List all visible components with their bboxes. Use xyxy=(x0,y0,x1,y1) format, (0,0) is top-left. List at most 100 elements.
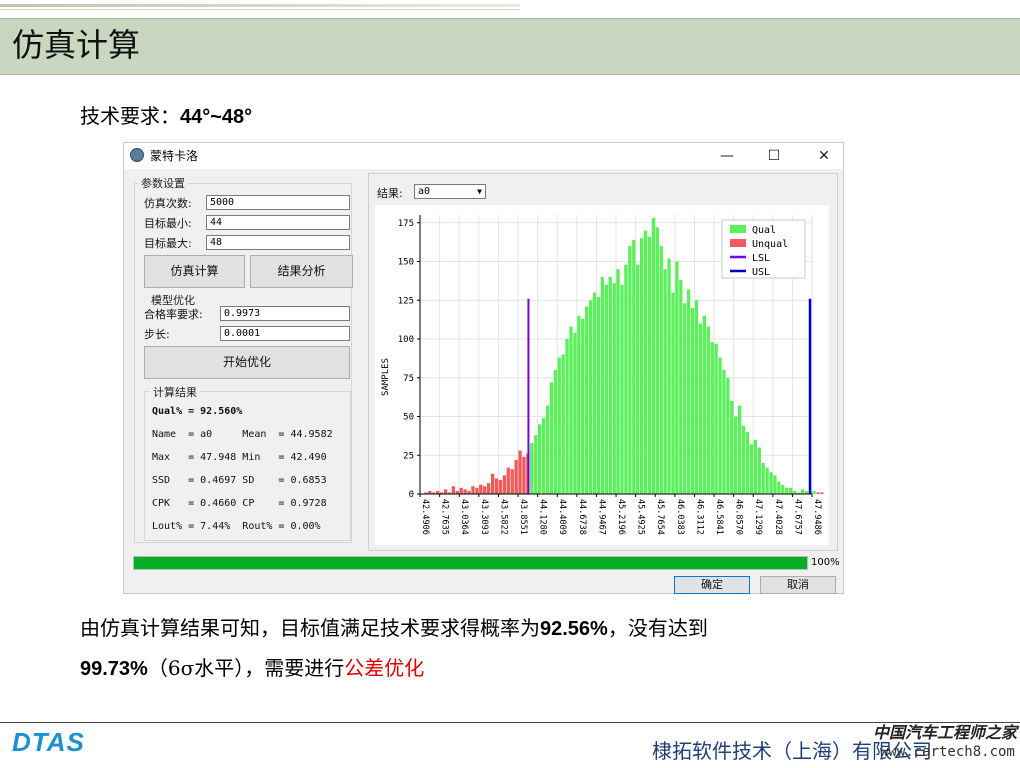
histogram-bar xyxy=(753,439,757,494)
histogram-bar xyxy=(443,489,448,494)
qual-percent: Qual% = 92.560% xyxy=(152,406,243,417)
histogram-bar xyxy=(722,370,726,494)
sim-count-input[interactable]: 5000 xyxy=(206,195,350,210)
histogram-bar xyxy=(534,435,538,494)
conclusion-text-sigma: （6σ水平），需要进行 xyxy=(147,656,345,680)
histogram-bar xyxy=(714,343,718,494)
histogram-bar xyxy=(530,442,534,494)
histogram-chart: 0 25 50 75 100 125 150 175 42.4906 42.7635 43.036… xyxy=(375,205,829,545)
conclusion-percent: 92.56% xyxy=(540,618,608,640)
histogram-bar xyxy=(475,487,479,494)
histogram-bar xyxy=(541,418,546,494)
histogram-bar xyxy=(522,456,526,494)
histogram-bar xyxy=(518,450,522,494)
histogram-bar xyxy=(471,486,475,494)
histogram-bar xyxy=(588,300,593,494)
histogram-bar xyxy=(800,489,805,494)
result-select-value: a0 xyxy=(418,186,431,197)
ok-button[interactable]: 确定 xyxy=(674,576,750,594)
result-row-name-mean: Name = a0 Mean = 44.9582 xyxy=(152,429,333,440)
simulate-button[interactable]: 仿真计算 xyxy=(144,255,245,288)
conclusion-target-percent: 99.73% xyxy=(80,658,148,680)
conclusion-line-1: 由仿真计算结果可知，目标值满足技术要求得概率为92.56%，没有达到 xyxy=(80,612,708,641)
x-tick-label: 43.5822 xyxy=(498,499,508,535)
histogram-bar xyxy=(451,486,456,494)
pass-rate-input[interactable]: 0.9973 xyxy=(220,306,350,321)
step-input[interactable]: 0.0001 xyxy=(220,326,350,341)
histogram-bar xyxy=(671,292,675,494)
close-icon[interactable]: ✕ xyxy=(804,145,844,167)
x-tick-label: 45.7654 xyxy=(655,499,665,535)
result-select[interactable]: a0 ▼ xyxy=(414,184,486,199)
histogram-bar xyxy=(698,323,703,494)
histogram-bar xyxy=(463,489,467,494)
x-tick-label: 44.6738 xyxy=(577,499,587,535)
window-title: 蒙特卡洛 xyxy=(150,149,199,163)
histogram-bar xyxy=(628,246,632,494)
start-optimize-button[interactable]: 开始优化 xyxy=(144,346,350,379)
histogram-bar xyxy=(643,230,648,494)
histogram-bar xyxy=(651,218,656,494)
result-row-lout-rout: Lout% = 7.44% Rout% = 0.00% xyxy=(152,521,321,532)
conclusion-line-2: 99.73%（6σ水平），需要进行公差优化 xyxy=(80,652,424,681)
histogram-bar xyxy=(459,487,463,494)
histogram-bar xyxy=(663,269,667,494)
histogram-bar xyxy=(577,315,581,494)
y-tick-label: 75 xyxy=(403,374,414,384)
analyze-button[interactable]: 结果分析 xyxy=(250,255,353,288)
conclusion-highlight: 公差优化 xyxy=(344,656,425,680)
window-titlebar: 蒙特卡洛 — ☐ ✕ xyxy=(124,143,843,169)
histogram-bar xyxy=(585,306,589,494)
histogram-bar xyxy=(687,289,691,494)
y-axis-label: SAMPLES xyxy=(381,358,391,396)
conclusion-text-c: ，没有达到 xyxy=(607,616,708,640)
histogram-bar xyxy=(549,382,554,494)
target-max-input[interactable]: 48 xyxy=(206,235,350,250)
histogram-bar xyxy=(494,478,499,494)
histogram-bar xyxy=(490,473,495,494)
target-min-input[interactable]: 44 xyxy=(206,215,350,230)
x-tick-label: 46.3112 xyxy=(694,499,704,535)
legend-swatch xyxy=(730,225,746,233)
histogram-bar xyxy=(600,277,605,494)
histogram-bar xyxy=(675,261,679,494)
histogram-bar xyxy=(785,487,789,494)
minimize-icon[interactable]: — xyxy=(707,145,747,167)
x-tick-label: 46.8570 xyxy=(734,499,744,535)
histogram-bar xyxy=(816,492,820,494)
progress-label: 100% xyxy=(811,557,840,568)
histogram-bar xyxy=(616,269,620,494)
histogram-bar xyxy=(569,326,573,494)
histogram-bar xyxy=(561,354,565,494)
histogram-bar xyxy=(565,339,569,494)
histogram-bar xyxy=(812,490,816,494)
histogram-bar xyxy=(769,472,773,494)
histogram-bar xyxy=(514,459,518,494)
histogram-bar xyxy=(479,484,483,494)
x-tick-label: 43.8551 xyxy=(518,499,528,535)
result-select-label: 结果: xyxy=(377,187,403,200)
histogram-bar xyxy=(737,405,742,494)
pass-rate-label: 合格率要求: xyxy=(144,308,203,321)
histogram-bar xyxy=(553,370,557,494)
histogram-bar xyxy=(557,357,561,494)
histogram-bar xyxy=(777,481,781,494)
x-tick-label: 43.3093 xyxy=(479,499,489,535)
header-decor-line-thin xyxy=(0,9,520,10)
histogram-bar xyxy=(537,424,542,494)
sim-count-label: 仿真次数: xyxy=(144,197,192,210)
histogram-bar xyxy=(667,258,671,494)
maximize-icon[interactable]: ☐ xyxy=(754,145,794,167)
histogram-bar xyxy=(706,326,710,494)
histogram-bar xyxy=(612,283,616,494)
histogram-bar xyxy=(702,315,707,494)
cancel-button[interactable]: 取消 xyxy=(760,576,836,594)
tech-requirement-label: 技术要求： xyxy=(80,104,180,128)
x-tick-label: 47.6757 xyxy=(792,499,802,535)
histogram-bar xyxy=(781,484,785,494)
results-group-label: 计算结果 xyxy=(150,384,200,400)
histogram-bar xyxy=(765,467,769,494)
tech-requirement: 技术要求：44°~48° xyxy=(80,100,252,129)
tech-requirement-value: 44°~48° xyxy=(180,106,253,128)
histogram-bar xyxy=(604,284,608,494)
